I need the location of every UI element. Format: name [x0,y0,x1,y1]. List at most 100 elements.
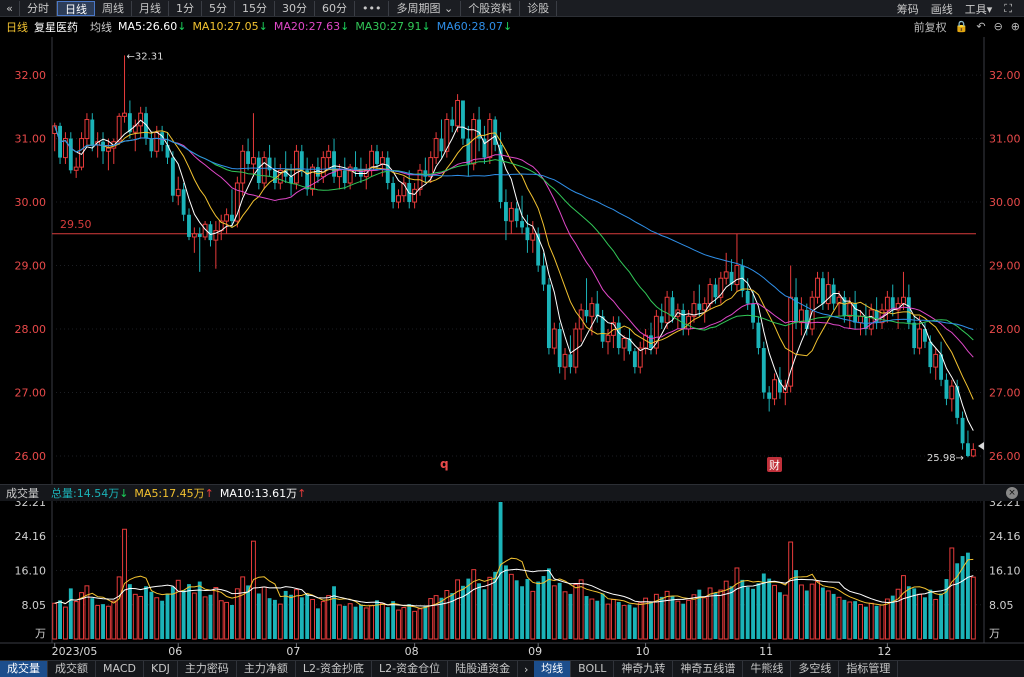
candle-body-3 [68,138,73,171]
date-label-4: 09 [528,645,542,658]
candle-102 [600,309,605,349]
toolbar-item-8[interactable]: 60分 [315,0,355,16]
adjust-mode-button[interactable]: 前复权 [914,19,947,35]
price-tick-right-2: 30.00 [989,196,1021,209]
toolbar-item-10[interactable]: 多周期图 ⌄ [389,0,462,16]
price-tick-left-2: 30.00 [15,196,47,209]
volume-unit-right: 万 [989,627,1000,640]
tab-right-2[interactable]: 神奇九转 [614,661,674,677]
volume-bar-21 [165,593,170,639]
tab-right-3[interactable]: 神奇五线谱 [673,661,744,677]
toolbar-item-1[interactable]: 日线 [57,0,95,16]
candle-84 [504,189,508,241]
candle-body-161 [917,328,923,349]
candle-85 [508,202,514,234]
volume-bar-113 [659,596,664,639]
toolbar-item-12[interactable]: 诊股 [520,0,558,16]
volume-bar-70 [428,598,434,640]
volume-bar-53 [336,604,342,640]
volume-bar-149 [853,601,858,639]
date-axis: 2023/05 06 07 08 09 10 11 12 [52,643,891,658]
volume-bar-140 [804,590,809,639]
lock-icon[interactable]: 🔒 [955,20,969,33]
toolbar-item-3[interactable]: 月线 [132,0,169,16]
toolbar-item-2[interactable]: 周线 [95,0,132,16]
tab-left-1[interactable]: 成交额 [48,661,96,677]
candle-body-88 [525,227,530,241]
tab-left-4[interactable]: 主力密码 [178,661,237,677]
volume-bar-109 [637,602,643,640]
candle-body-99 [584,309,589,317]
volume-bar-131 [756,583,761,639]
volume-bar-89 [530,590,536,640]
candle-body-84 [504,202,508,222]
volume-bar-33 [230,604,234,639]
zoom-out-icon[interactable]: ⊖ [994,20,1003,33]
tab-right-5[interactable]: 多空线 [791,661,840,677]
volume-bar-26 [191,592,197,640]
volume-bar-106 [621,604,627,640]
candle-116 [675,303,681,329]
toolbar-item-6[interactable]: 15分 [235,0,275,16]
tabs-scroll-arrow[interactable]: › [518,663,534,676]
volume-bar-129 [745,587,750,639]
candle-124 [718,271,724,304]
candle-body-78 [471,119,477,165]
toolbar-right-item-3[interactable]: ⛶ [1004,2,1012,16]
candle-65 [401,176,407,203]
tab-right-6[interactable]: 指标管理 [839,661,899,677]
candle-11 [111,138,117,164]
volume-bar-71 [433,595,439,640]
candle-23 [175,176,181,206]
toolbar-right-item-1[interactable]: 画线 [931,1,953,17]
kline-chart[interactable]: 32.00 31.00 30.00 29.00 28.00 27.00 26.00 32.0… [0,0,1024,677]
toolbar-item-5[interactable]: 5分 [202,0,235,16]
candle-35 [240,144,246,196]
candle-body-24 [181,189,186,215]
tab-right-0[interactable]: 均线 [534,661,572,677]
candle-body-54 [342,170,347,183]
tab-left-8[interactable]: 陆股通资金 [448,661,519,677]
candles-group[interactable] [52,55,976,458]
candle-165 [939,341,944,387]
tab-right-1[interactable]: BOLL [571,661,615,677]
candle-body-85 [508,207,514,222]
volume-tick-right-1: 24.16 [989,530,1021,543]
candle-body-27 [197,233,202,237]
volume-bar-3 [68,588,73,639]
tab-left-3[interactable]: KDJ [144,661,178,677]
volume-bar-59 [369,604,375,640]
tab-left-6[interactable]: L2-资金抄底 [296,661,373,677]
back-button[interactable]: « [0,0,20,16]
toolbar-item-4[interactable]: 1分 [169,0,202,16]
toolbar-item-0[interactable]: 分时 [20,0,57,16]
volume-bar-47 [305,594,310,639]
volume-title[interactable]: 成交量 [6,485,39,501]
zoom-in-icon[interactable]: ⊕ [1011,20,1020,33]
tab-left-5[interactable]: 主力净额 [237,661,296,677]
toolbar-right-item-2[interactable]: 工具▾ [965,1,993,17]
toolbar-item-9[interactable]: ••• [355,0,390,16]
volume-ma5: MA5:17.45万↑ [134,487,214,500]
tab-left-7[interactable]: L2-资金仓位 [372,661,449,677]
tab-left-0[interactable]: 成交量 [0,661,48,677]
ma5-value: MA5:26.60↓ [118,20,187,33]
close-icon[interactable]: × [1006,487,1018,499]
volume-tick-left-2: 16.10 [15,565,47,578]
volume-bar-100 [589,598,595,640]
volume-bar-77 [466,578,471,639]
candle-body-67 [412,188,418,203]
volume-bar-45 [293,589,299,640]
toolbar-right-item-0[interactable]: 筹码 [897,1,919,17]
candle-153 [874,297,879,329]
candle-body-45 [293,150,299,184]
tab-right-4[interactable]: 牛熊线 [743,661,792,677]
toolbar-item-7[interactable]: 30分 [275,0,315,16]
reset-icon[interactable]: ↶ [976,20,985,33]
candle-170 [966,430,970,458]
stock-name[interactable]: 复星医药 [34,19,78,35]
toolbar-item-11[interactable]: 个股资料 [461,0,521,16]
ma-label[interactable]: 均线 [90,19,112,35]
tab-left-2[interactable]: MACD [96,661,144,677]
candle-body-25 [187,214,191,237]
